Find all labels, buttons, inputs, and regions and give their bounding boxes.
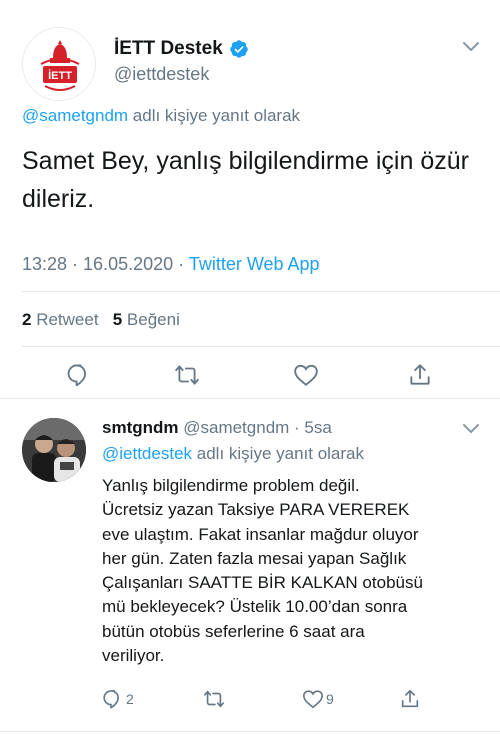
tweet-meta: 13:28 · 16.05.2020 · Twitter Web App xyxy=(22,254,320,275)
reply-actions: 2 9 xyxy=(0,688,500,712)
tweet-timestamp: 13:28 · 16.05.2020 · xyxy=(22,254,189,274)
like-count: 9 xyxy=(326,691,334,707)
author-name-text[interactable]: İETT Destek xyxy=(114,38,223,60)
author-name[interactable]: İETT Destek xyxy=(114,38,249,60)
reply-time-ago: · 5sa xyxy=(289,418,332,437)
reply-to-mention-link[interactable]: @sametgndm xyxy=(22,106,128,125)
iett-logo-avatar[interactable]: İETT xyxy=(22,27,96,101)
reply-tweet[interactable]: smtgndm @sametgndm · 5sa @iettdestek adl… xyxy=(0,400,500,735)
divider xyxy=(22,291,500,292)
retweet-label: Retweet xyxy=(31,310,99,329)
reply-author-name[interactable]: smtgndm xyxy=(102,418,179,437)
reply-count: 2 xyxy=(126,691,134,707)
like-icon[interactable] xyxy=(302,688,324,710)
reply-icon[interactable] xyxy=(66,362,92,388)
share-icon[interactable] xyxy=(399,688,421,710)
share-icon[interactable] xyxy=(407,362,433,388)
tweet-source-link[interactable]: Twitter Web App xyxy=(189,254,320,274)
divider xyxy=(22,346,500,347)
chevron-down-icon[interactable] xyxy=(462,40,480,54)
retweet-stat[interactable]: 2 Retweet xyxy=(22,310,99,329)
reply-icon[interactable] xyxy=(102,688,124,710)
avatar-photo xyxy=(22,418,86,482)
tweet-actions xyxy=(0,362,500,388)
tweet-separator xyxy=(0,731,500,732)
author-handle[interactable]: @iettdestek xyxy=(114,64,209,85)
logo-text: İETT xyxy=(48,69,72,82)
reply-context: @sametgndm adlı kişiye yanıt olarak xyxy=(22,106,300,126)
like-label: Beğeni xyxy=(122,310,180,329)
reply-author-avatar[interactable] xyxy=(22,418,86,482)
reply-to-suffix: adlı kişiye yanıt olarak xyxy=(192,444,364,463)
verified-badge-icon xyxy=(230,40,248,58)
tweet-text: Samet Bey, yanlış bilgilendirme için özü… xyxy=(22,147,469,213)
like-stat[interactable]: 5 Beğeni xyxy=(113,310,180,329)
retweet-icon[interactable] xyxy=(174,362,200,388)
main-tweet: İETT İETT Destek @iettdestek @sametgndm … xyxy=(0,0,500,400)
tweet-separator xyxy=(0,398,500,399)
tweet-stats: 2 Retweet 5 Beğeni xyxy=(22,310,180,330)
chevron-down-icon[interactable] xyxy=(462,422,480,436)
like-icon[interactable] xyxy=(293,362,319,388)
like-count: 5 xyxy=(112,310,123,329)
reply-header: smtgndm @sametgndm · 5sa xyxy=(102,418,332,438)
reply-to-mention-link[interactable]: @iettdestek xyxy=(102,444,192,463)
reply-context: @iettdestek adlı kişiye yanıt olarak xyxy=(102,444,364,464)
iett-logo-icon: İETT xyxy=(24,29,95,100)
reply-text: Yanlış bilgilendirme problem değil. Ücre… xyxy=(102,476,423,666)
reply-to-suffix: adlı kişiye yanıt olarak xyxy=(128,106,301,125)
retweet-icon[interactable] xyxy=(203,688,225,710)
reply-author-handle[interactable]: @sametgndm xyxy=(183,418,289,437)
